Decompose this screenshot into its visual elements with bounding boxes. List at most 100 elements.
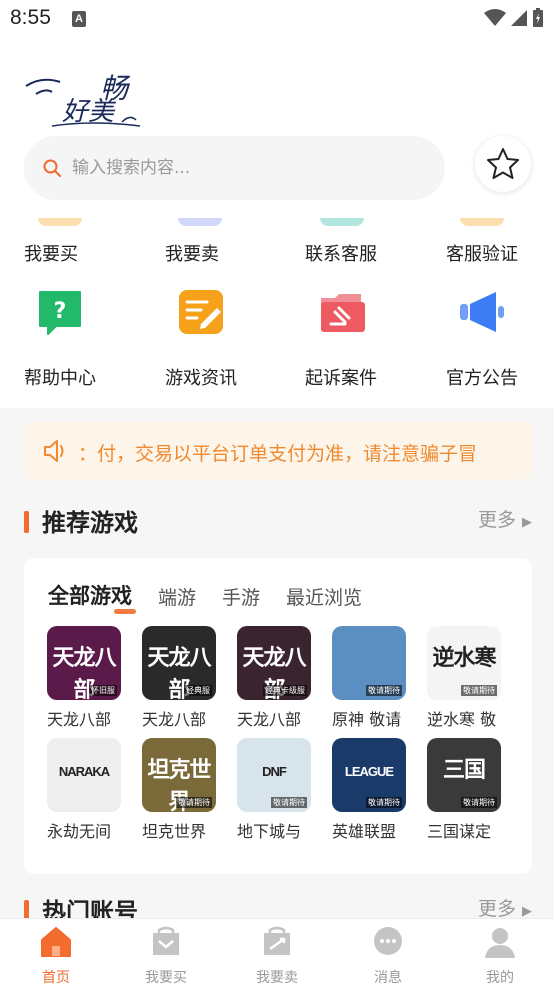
chevron-right-icon: ▶ [522,515,532,530]
signal-icon [511,10,527,26]
recommend-header: 推荐游戏 更多 ▶ [24,503,532,539]
menu-item-news[interactable]: 游戏资讯 [165,288,275,398]
game-thumbnail-badge: 敬请期待 [271,797,307,808]
nav-home[interactable]: 首页 [16,925,96,986]
game-thumbnail: 天龙八部 怀旧服 [47,626,121,700]
more-link[interactable]: 更多 ▶ [478,505,532,532]
game-thumbnail: NARAKA [47,738,121,812]
games-card: 全部游戏 端游 手游 最近浏览 天龙八部 怀旧服 天龙八部 天龙八部 经典服 天龙八部 天龙… [24,558,532,874]
search-input[interactable] [72,136,432,200]
section-accent [24,511,29,533]
game-name: 逆水寒 敬 [427,710,497,729]
game-thumbnail: LEAGUE 敬请期待 [332,738,406,812]
menu-item-case[interactable]: 起诉案件 [305,288,415,398]
menu-item-announcement[interactable]: 官方公告 [446,288,554,398]
menu-item-buy[interactable]: 我要买 [24,240,78,266]
menu-item-label: 游戏资讯 [165,368,237,389]
help-icon: ? [39,291,81,335]
game-name: 坦克世界 [142,822,207,841]
game-item[interactable]: 坦克世界敬请期待坦克世界 [142,738,218,848]
favorites-button[interactable] [475,136,531,192]
game-item[interactable]: 敬请期待原神 敬请 [332,626,408,736]
menu-hint [320,218,364,226]
tab-all-games[interactable]: 全部游戏 [48,580,136,614]
notice-text: ：付，交易以平台订单支付为准，请注意骗子冒 [78,443,478,465]
menu-item-verify-service[interactable]: 客服验证 [446,240,518,266]
search-icon [43,159,61,177]
case-icon [321,294,365,332]
game-thumbnail-badge: 敬请期待 [461,685,497,696]
game-name: 永劫无间 [47,822,112,841]
menu-hint [178,218,222,226]
game-thumbnail-badge: 敬请期待 [366,685,402,696]
sell-icon [264,926,290,955]
game-thumbnail-badge: 经典卡级服 [263,685,307,696]
more-label: 更多 [477,898,516,920]
nav-buy[interactable]: 我要买 [126,925,206,986]
game-item[interactable]: 三国 敬请期待 三国谋定 [427,738,503,848]
nav-label: 首页 [42,970,70,986]
menu-hint [460,218,504,226]
tab-recent[interactable]: 最近浏览 [286,583,362,610]
app-logo: 好美 畅 [25,72,141,127]
status-time: 8:55 [10,6,51,29]
game-thumbnail-title: DNF [262,764,287,779]
more-label: 更多 [477,509,516,531]
nav-profile[interactable]: 我的 [460,925,540,986]
megaphone-icon [460,292,504,332]
battery-icon [533,8,543,27]
nav-label: 我要买 [145,970,187,986]
chevron-right-icon: ▶ [522,904,532,919]
more-link[interactable]: 更多 ▶ [478,894,532,921]
game-item[interactable]: DNF 敬请期待地下城与 [237,738,313,848]
game-thumbnail: 天龙八部经典卡级服 [237,626,311,700]
game-thumbnail: 坦克世界敬请期待 [142,738,216,812]
game-name: 天龙八部 [142,710,207,729]
profile-icon [485,928,515,958]
notice-bar[interactable]: ：付，交易以平台订单支付为准，请注意骗子冒 [24,422,532,480]
nav-label: 我的 [486,970,514,986]
game-item[interactable]: 天龙八部 经典服天龙八部 [142,626,218,736]
menu-item-help[interactable]: ? 帮助中心 [24,288,134,398]
game-thumbnail-title: LEAGUE [344,764,394,779]
status-bar: 8:55 A [0,0,554,38]
game-name: 天龙八部 [237,710,302,729]
message-icon [374,927,402,955]
game-item[interactable]: NARAKA 永劫无间 [47,738,123,848]
nav-label: 消息 [374,970,402,986]
bottom-nav: 首页 我要买 我要卖 消息 我的 [0,918,554,986]
quick-menu: 我要买 我要卖 联系客服 客服验证 ? 帮助中心 游戏资讯 起诉案件 官方公告 [0,218,554,408]
wifi-icon [484,9,506,26]
section-title: 推荐游戏 [42,509,138,537]
game-thumbnail-title: NARAKA [58,764,110,779]
game-item[interactable]: 天龙八部经典卡级服天龙八部 [237,626,313,736]
menu-item-contact-service[interactable]: 联系客服 [305,240,377,266]
svg-text:畅: 畅 [100,72,131,105]
game-item[interactable]: 逆水寒 敬请期待逆水寒 敬 [427,626,503,736]
buy-icon [153,926,179,955]
search-bar[interactable] [24,136,445,200]
game-thumbnail: 天龙八部 经典服 [142,626,216,700]
status-icons [484,8,544,28]
nav-sell[interactable]: 我要卖 [237,925,317,986]
game-name: 原神 敬请 [332,710,402,729]
game-item[interactable]: 天龙八部 怀旧服天龙八部 [47,626,123,736]
svg-text:?: ? [54,299,67,324]
game-thumbnail: 逆水寒 敬请期待 [427,626,501,700]
news-icon [179,290,223,334]
speaker-icon [44,440,64,462]
notification-icon: A [72,11,86,27]
game-name: 英雄联盟 [332,822,397,841]
menu-item-sell[interactable]: 我要卖 [165,240,219,266]
star-icon [487,148,519,179]
menu-item-label: 帮助中心 [24,368,96,389]
game-item[interactable]: LEAGUE 敬请期待英雄联盟 [332,738,408,848]
menu-hint [38,218,82,226]
menu-item-label: 官方公告 [446,368,518,389]
game-name: 地下城与 [237,822,302,841]
game-name: 天龙八部 [47,710,112,729]
tab-pc-games[interactable]: 端游 [158,583,196,610]
tab-mobile-games[interactable]: 手游 [222,583,260,610]
nav-messages[interactable]: 消息 [348,925,428,986]
game-thumbnail-badge: 经典服 [184,685,212,696]
